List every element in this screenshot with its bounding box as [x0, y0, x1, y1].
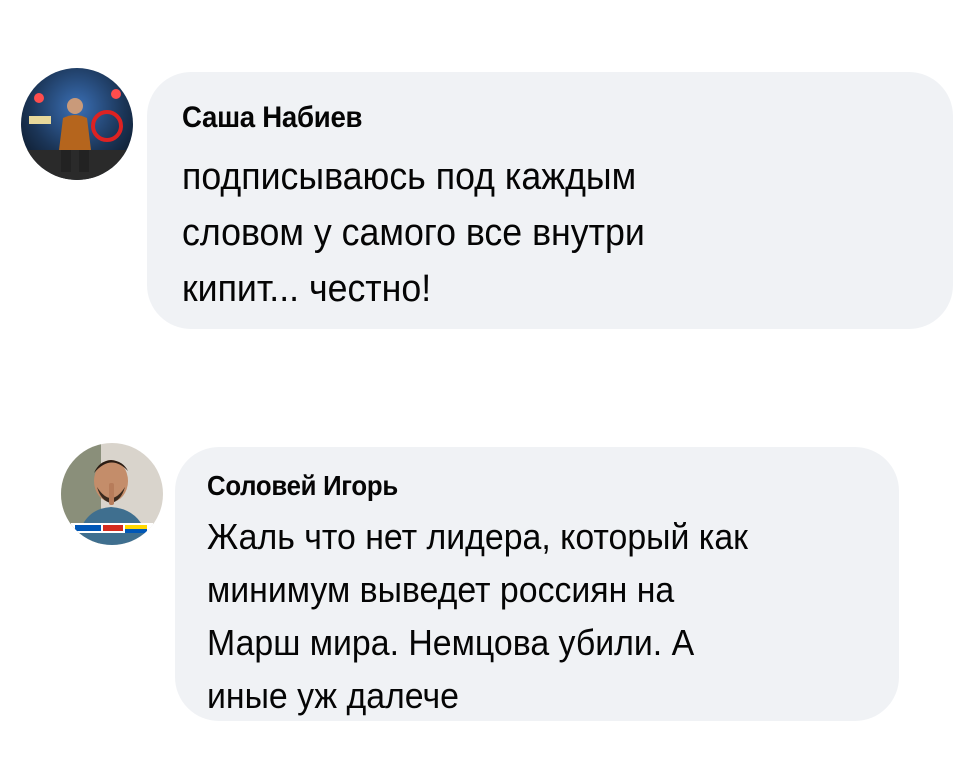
comment-author[interactable]: Саша Набиев — [182, 100, 362, 136]
comment-bubble: Соловей Игорь Жаль что нет лидера, котор… — [175, 447, 899, 721]
comment-text-line: Марш мира. Немцова убили. А — [207, 622, 695, 663]
comment-text: Жаль что нет лидера, который как минимум… — [207, 510, 783, 722]
comment-text-line: кипит... честно! — [182, 268, 432, 310]
user-avatar-photo-icon — [21, 68, 133, 180]
comment-text-line: Жаль что нет лидера, который как — [207, 516, 748, 557]
comment-text-line: словом у самого все внутри — [182, 212, 645, 254]
avatar[interactable] — [61, 443, 163, 545]
comment-text-line: минимум выведет россиян на — [207, 569, 675, 610]
avatar[interactable] — [21, 68, 133, 180]
comment-text: подписываюсь под каждым словом у самого … — [182, 149, 674, 317]
comment-author[interactable]: Соловей Игорь — [207, 469, 398, 503]
comment-bubble: Саша Набиев подписываюсь под каждым слов… — [147, 72, 953, 329]
user-avatar-photo-icon — [61, 443, 163, 545]
comment-text-line: иные уж далече — [207, 675, 459, 716]
comment-text-line: подписываюсь под каждым — [182, 156, 637, 198]
